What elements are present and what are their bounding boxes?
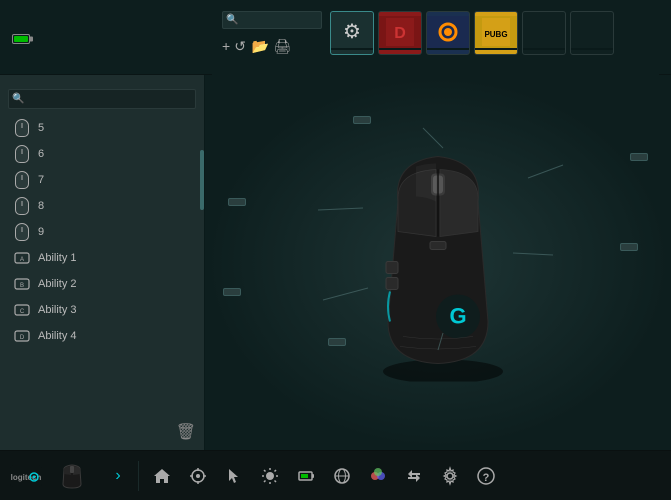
profile-icon-empty1[interactable] bbox=[522, 11, 566, 55]
battery-icon bbox=[12, 34, 30, 44]
toolbar-battery-button[interactable] bbox=[289, 459, 323, 493]
print-profile-button[interactable]: 🖨 bbox=[273, 38, 291, 55]
profile-label-pubg bbox=[475, 48, 517, 50]
commands-footer: 🗑 bbox=[8, 422, 196, 442]
toolbar-lighting-button[interactable] bbox=[253, 459, 287, 493]
logitech-logo-icon: logitech bbox=[10, 465, 42, 487]
toolbar-separator bbox=[138, 461, 139, 491]
callout-middle-click[interactable] bbox=[353, 116, 371, 124]
callout-right-click[interactable] bbox=[630, 153, 648, 161]
mouse-button-icon bbox=[12, 118, 32, 138]
list-item[interactable]: 5 bbox=[8, 115, 196, 141]
key-icon: D bbox=[12, 326, 32, 346]
profile-label-overwatch bbox=[427, 48, 469, 50]
mouse-svg: G bbox=[348, 141, 528, 381]
bottom-toolbar: logitech › bbox=[0, 450, 671, 500]
svg-text:?: ? bbox=[483, 472, 490, 484]
svg-text:B: B bbox=[20, 283, 24, 289]
callout-forward[interactable] bbox=[223, 288, 241, 296]
toolbar-device[interactable] bbox=[52, 461, 92, 491]
profiles-section: 🔍 + ↺ 📂 🖨 ⚙ D bbox=[212, 0, 659, 75]
list-item[interactable]: D Ability 4 bbox=[8, 323, 196, 349]
profile-label-dota2 bbox=[379, 48, 421, 50]
toolbar-home-button[interactable] bbox=[145, 459, 179, 493]
logo-section bbox=[12, 30, 212, 44]
main-content: 🔍 5 6 7 8 9 bbox=[0, 75, 671, 450]
battery-status bbox=[12, 34, 212, 44]
profiles-search[interactable]: 🔍 bbox=[222, 11, 322, 29]
add-profile-button[interactable]: + bbox=[222, 38, 230, 55]
mouse-button-icon bbox=[12, 196, 32, 216]
callout-left-click[interactable] bbox=[228, 198, 246, 206]
mouse-viewport: G bbox=[205, 75, 671, 450]
profile-icon-default[interactable]: ⚙ bbox=[330, 11, 374, 55]
toolbar-macro-button[interactable] bbox=[397, 459, 431, 493]
key-icon: C bbox=[12, 300, 32, 320]
search-icon: 🔍 bbox=[12, 94, 24, 105]
svg-text:D: D bbox=[20, 335, 25, 341]
toolbar-logo: logitech bbox=[10, 465, 42, 487]
list-item[interactable]: 9 bbox=[8, 219, 196, 245]
svg-text:C: C bbox=[20, 309, 25, 315]
list-item[interactable]: A Ability 1 bbox=[8, 245, 196, 271]
mouse-button-icon bbox=[12, 222, 32, 242]
profiles-actions: + ↺ 📂 🖨 bbox=[222, 38, 316, 55]
toolbar-network-button[interactable] bbox=[325, 459, 359, 493]
toolbar-help-button[interactable]: ? bbox=[469, 459, 503, 493]
toolbar-settings-button[interactable] bbox=[433, 459, 467, 493]
search-icon: 🔍 bbox=[226, 14, 238, 25]
svg-text:A: A bbox=[20, 257, 24, 263]
commands-search[interactable]: 🔍 bbox=[8, 89, 196, 109]
delete-button[interactable]: 🗑 bbox=[176, 422, 196, 442]
toolbar-customize-button[interactable] bbox=[181, 459, 215, 493]
profile-label-default bbox=[331, 48, 373, 50]
commands-panel: 🔍 5 6 7 8 9 bbox=[0, 75, 205, 450]
device-mouse-icon bbox=[52, 461, 92, 491]
svg-text:D: D bbox=[394, 25, 406, 42]
profile-icon-overwatch[interactable] bbox=[426, 11, 470, 55]
mouse-image: G bbox=[348, 141, 528, 384]
list-item[interactable]: 6 bbox=[8, 141, 196, 167]
key-icon: A bbox=[12, 248, 32, 268]
toolbar-pointer-button[interactable] bbox=[217, 459, 251, 493]
mouse-button-icon bbox=[12, 144, 32, 164]
svg-text:G: G bbox=[449, 303, 466, 328]
profile-icons-list: ⚙ D PUBG bbox=[330, 11, 614, 55]
callout-back[interactable] bbox=[328, 338, 346, 346]
list-item[interactable]: 7 bbox=[8, 167, 196, 193]
list-item[interactable]: C Ability 3 bbox=[8, 297, 196, 323]
list-item[interactable]: B Ability 2 bbox=[8, 271, 196, 297]
commands-list: 5 6 7 8 9 A Ability 1 bbox=[8, 115, 196, 418]
callout-dpi-cycling[interactable] bbox=[620, 243, 638, 251]
svg-text:PUBG: PUBG bbox=[484, 30, 507, 39]
key-icon: B bbox=[12, 274, 32, 294]
profile-icon-empty2[interactable] bbox=[570, 11, 614, 55]
commands-search-input[interactable] bbox=[8, 89, 196, 109]
open-profile-button[interactable]: 📂 bbox=[252, 38, 269, 55]
nav-forward-button[interactable]: › bbox=[104, 462, 132, 490]
app-header: 🔍 + ↺ 📂 🖨 ⚙ D bbox=[0, 0, 671, 75]
list-item[interactable]: 8 bbox=[8, 193, 196, 219]
profile-icon-dota2[interactable]: D bbox=[378, 11, 422, 55]
toolbar-rgb-button[interactable] bbox=[361, 459, 395, 493]
restore-profile-button[interactable]: ↺ bbox=[234, 38, 246, 55]
mouse-button-icon bbox=[12, 170, 32, 190]
profile-icon-pubg[interactable]: PUBG bbox=[474, 11, 518, 55]
